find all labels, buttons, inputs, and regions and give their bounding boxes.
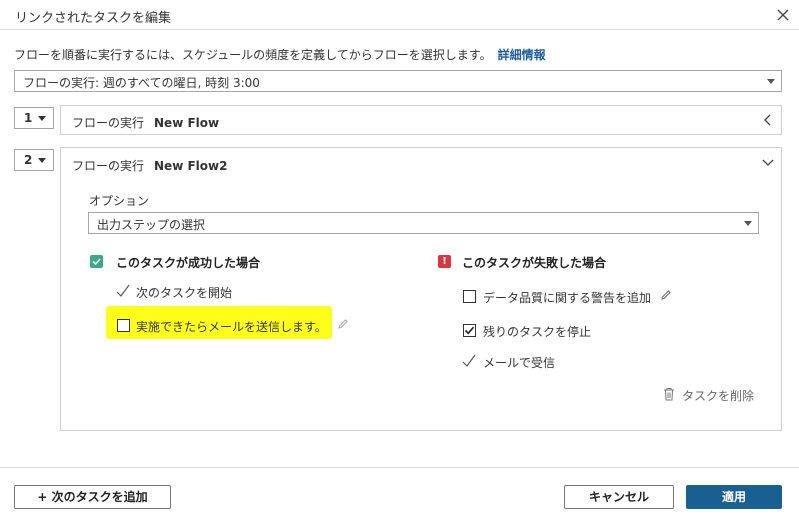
add-warning-checkbox[interactable] bbox=[463, 290, 476, 303]
step-2-number: 2 bbox=[24, 153, 33, 167]
step-1-panel[interactable]: フローの実行 New Flow bbox=[60, 105, 782, 135]
dialog-title: リンクされたタスクを編集 bbox=[15, 11, 172, 26]
instruction-label: フローを順番に実行するには、スケジュールの頻度を定義してからフローを選択します。 bbox=[14, 48, 492, 62]
stop-remaining-label: 残りのタスクを停止 bbox=[483, 325, 592, 339]
add-next-task-button[interactable]: + 次のタスクを追加 bbox=[14, 485, 171, 509]
cancel-button[interactable]: キャンセル bbox=[564, 485, 674, 509]
instruction-text: フローを順番に実行するには、スケジュールの頻度を定義してからフローを選択します。… bbox=[14, 46, 546, 63]
success-check-icon bbox=[90, 255, 103, 268]
schedule-value: フローの実行: 週のすべての曜日, 時刻 3:00 bbox=[23, 76, 260, 90]
footer-divider bbox=[0, 467, 799, 468]
step-2-header[interactable]: フローの実行 New Flow2 bbox=[72, 157, 227, 174]
checkmark-icon bbox=[462, 354, 476, 371]
step-1-number-select[interactable]: 1 bbox=[14, 107, 54, 129]
stop-remaining-checkbox[interactable] bbox=[463, 324, 476, 337]
start-next-task-label: 次のタスクを開始 bbox=[136, 286, 233, 300]
output-step-value: 出力ステップの選択 bbox=[97, 218, 206, 232]
chevron-down-icon[interactable] bbox=[762, 157, 774, 171]
error-alert-icon: ! bbox=[438, 255, 451, 268]
step-2-number-select[interactable]: 2 bbox=[14, 149, 54, 171]
step-1-prefix: フローの実行 bbox=[72, 116, 145, 130]
apply-button[interactable]: 適用 bbox=[686, 485, 782, 509]
step-2-flow-name: New Flow2 bbox=[154, 159, 228, 173]
success-heading: このタスクが成功した場合 bbox=[116, 256, 261, 270]
options-label: オプション bbox=[89, 194, 150, 208]
receive-email-label: メールで受信 bbox=[483, 356, 556, 370]
pencil-icon[interactable] bbox=[337, 318, 349, 333]
caret-down-icon bbox=[743, 217, 753, 229]
step-1-flow-name: New Flow bbox=[154, 116, 220, 130]
send-email-label: 実施できたらメールを送信します。 bbox=[136, 320, 327, 334]
step-1-header: フローの実行 New Flow bbox=[72, 114, 219, 131]
pencil-icon[interactable] bbox=[660, 289, 672, 304]
chevron-left-icon[interactable] bbox=[763, 114, 773, 129]
more-info-link[interactable]: 詳細情報 bbox=[498, 48, 546, 62]
trash-icon bbox=[663, 387, 675, 404]
output-step-select[interactable]: 出力ステップの選択 bbox=[88, 212, 759, 234]
caret-down-icon bbox=[766, 75, 776, 87]
caret-down-icon bbox=[37, 113, 47, 127]
step-1-number: 1 bbox=[24, 111, 33, 125]
failure-heading: このタスクが失敗した場合 bbox=[462, 256, 607, 270]
delete-task-label: タスクを削除 bbox=[682, 389, 755, 403]
add-warning-label: データ品質に関する警告を追加 bbox=[483, 291, 652, 305]
send-email-checkbox[interactable] bbox=[117, 319, 130, 332]
schedule-select[interactable]: フローの実行: 週のすべての曜日, 時刻 3:00 bbox=[14, 70, 782, 92]
dialog-titlebar: リンクされたタスクを編集 bbox=[0, 0, 799, 30]
close-icon[interactable] bbox=[773, 5, 793, 25]
caret-down-icon bbox=[37, 155, 47, 169]
checkmark-icon bbox=[116, 284, 130, 301]
step-2-prefix: フローの実行 bbox=[72, 159, 145, 173]
